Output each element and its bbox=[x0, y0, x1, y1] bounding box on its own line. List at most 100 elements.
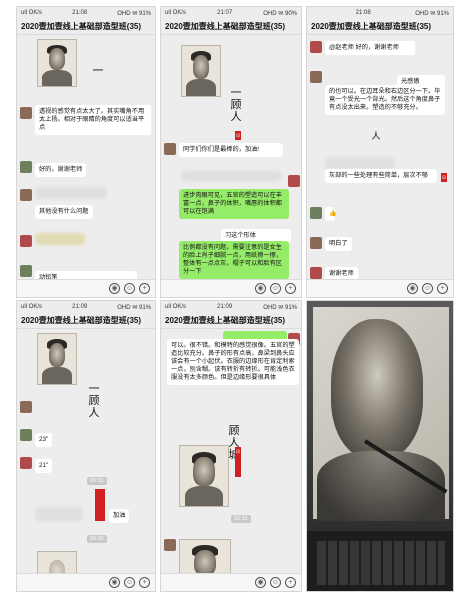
status-time: 21:09 bbox=[217, 304, 233, 310]
seal-mark: 印 bbox=[441, 173, 447, 182]
add-icon[interactable]: + bbox=[139, 283, 150, 294]
add-icon[interactable]: + bbox=[285, 283, 296, 294]
avatar[interactable] bbox=[310, 41, 322, 53]
chat-input-bar[interactable]: ◉ ☺ + bbox=[17, 573, 155, 591]
timestamp: 15:35 bbox=[87, 535, 107, 543]
avatar[interactable] bbox=[310, 71, 322, 83]
message-bubble[interactable]: 同学们你们是最棒的，加油! bbox=[179, 143, 283, 157]
add-icon[interactable]: + bbox=[437, 283, 448, 294]
avatar[interactable] bbox=[164, 143, 176, 155]
avatar[interactable] bbox=[288, 175, 300, 187]
status-bar: ull OK/s 21:07 OHD ✉ 90% bbox=[161, 7, 301, 19]
timestamp: 15:31 bbox=[87, 477, 107, 485]
voice-icon[interactable]: ◉ bbox=[255, 283, 266, 294]
seal-mark bbox=[95, 489, 105, 521]
signal-text: ull OK/s bbox=[21, 10, 43, 16]
portrait-body bbox=[317, 451, 445, 521]
blurred-bubble bbox=[35, 187, 107, 199]
chat-area[interactable]: @赵老师 好的，谢谢老师 光感傲 的也可以。在边耳朵和右边区分一下。毕竟一个受光… bbox=[307, 35, 453, 297]
chat-area[interactable]: 可以。很不错。和模特的感觉很像。五官的塑造比较充分。鼻子的形有点高，鼻梁到鼻头应… bbox=[161, 329, 301, 591]
avatar[interactable] bbox=[20, 457, 32, 469]
avatar[interactable] bbox=[310, 267, 322, 279]
voice-icon[interactable]: ◉ bbox=[109, 283, 120, 294]
timestamp: 15:31 bbox=[231, 515, 251, 523]
voice-icon[interactable]: ◉ bbox=[255, 577, 266, 588]
message-bubble[interactable]: 灰部的一些处理有些简单，层次不够 bbox=[325, 169, 437, 183]
keyboard bbox=[317, 541, 445, 585]
avatar[interactable] bbox=[310, 207, 322, 219]
emoji-icon[interactable]: ☺ bbox=[422, 283, 433, 294]
signal-text: ull OK/s bbox=[165, 10, 187, 16]
chat-title: 2020壹加壹线上基础部造型班(35) bbox=[307, 19, 453, 35]
status-bar: ull OK/s 21:09 OHD ✉ 91% bbox=[161, 301, 301, 313]
message-bubble[interactable]: 可以。很不错。和模特的感觉很像。五官的塑造比较充分。鼻子的形有点高，鼻梁到鼻头应… bbox=[167, 339, 299, 385]
avatar[interactable] bbox=[20, 161, 32, 173]
emoji-icon[interactable]: ☺ bbox=[124, 283, 135, 294]
chat-input-bar[interactable]: ◉ ☺ + bbox=[161, 573, 301, 591]
message-bubble-self[interactable]: 进步肉眼可见，五官的塑造可以在丰富一点，鼻子的体积，嘴唇的体积都可以在饱满 bbox=[179, 189, 289, 219]
chat-title: 2020壹加壹线上基础部造型班(35) bbox=[161, 19, 301, 35]
screenshot-collage: ull OK/s 21:08 OHD ✉ 91% 2020壹加壹线上基础部造型班… bbox=[0, 0, 458, 597]
chat-input-bar[interactable]: ◉ ☺ + bbox=[307, 279, 453, 297]
voice-message[interactable]: 23" bbox=[35, 433, 53, 447]
add-icon[interactable]: + bbox=[285, 577, 296, 588]
drawing-photo[interactable] bbox=[307, 301, 453, 591]
blurred-bubble bbox=[35, 233, 85, 245]
message-bubble[interactable]: @赵老师 好的，谢谢老师 bbox=[325, 41, 415, 55]
message-bubble[interactable]: 加油 bbox=[109, 509, 130, 523]
chat-panel-2: ull OK/s 21:07 OHD ✉ 90% 2020壹加壹线上基础部造型班… bbox=[160, 6, 302, 298]
voice-icon[interactable]: ◉ bbox=[109, 577, 120, 588]
avatar[interactable] bbox=[20, 401, 32, 413]
vertical-watermark-text: 一 bbox=[92, 64, 104, 77]
seal-mark: 印 bbox=[235, 447, 241, 477]
portrait-face bbox=[331, 319, 423, 459]
thumbs-up-icon[interactable]: 👍 bbox=[325, 207, 337, 221]
chat-panel-3: 21:08 OHD ✉ 91% 2020壹加壹线上基础部造型班(35) @赵老师… bbox=[306, 6, 454, 298]
vertical-watermark-text: 人 bbox=[371, 132, 381, 142]
chat-title: 2020壹加壹线上基础部造型班(35) bbox=[17, 19, 155, 35]
sketch-image[interactable] bbox=[37, 333, 77, 385]
blurred-bubble bbox=[325, 157, 395, 169]
message-bubble[interactable]: 其他没有什么问题 bbox=[35, 205, 93, 219]
message-bubble-self[interactable]: 比例都没有问题，需要注意的是女生的脸上肖子细腻一点，用纸擦一擦，整体有一点点灰，… bbox=[179, 241, 289, 279]
chat-panel-4: ull OK/s 21:09 OHD ✉ 91% 2020壹加壹线上基础部造型班… bbox=[16, 300, 156, 592]
chat-area[interactable]: 一 透视的感觉有点太大了。其实嘴角不用太上扬。相对于眼睛的角度可以适当平点 好的… bbox=[17, 35, 155, 285]
chat-title: 2020壹加壹线上基础部造型班(35) bbox=[17, 313, 155, 329]
chat-title: 2020壹加壹线上基础部造型班(35) bbox=[161, 313, 301, 329]
vertical-watermark-text: 一顾人 bbox=[230, 86, 242, 123]
avatar[interactable] bbox=[20, 107, 32, 119]
avatar[interactable] bbox=[20, 235, 32, 247]
sketch-image[interactable] bbox=[181, 45, 221, 97]
photo-panel bbox=[306, 300, 454, 592]
avatar[interactable] bbox=[20, 265, 32, 277]
seal-mark: 印 bbox=[235, 131, 241, 140]
sketch-image[interactable] bbox=[37, 39, 77, 87]
status-bar: ull OK/s 21:09 OHD ✉ 91% bbox=[17, 301, 155, 313]
status-time: 21:09 bbox=[72, 304, 88, 310]
add-icon[interactable]: + bbox=[139, 577, 150, 588]
chat-area[interactable]: 一顾人 印 同学们你们是最棒的，加油! 进步肉眼可见，五官的塑造可以在丰富一点，… bbox=[161, 35, 301, 279]
message-bubble[interactable]: 好的，谢谢老师 bbox=[35, 163, 87, 177]
voice-message[interactable]: 21" bbox=[35, 459, 53, 473]
chat-area[interactable]: 一顾人 23" 21" 15:31 加油 15:35 bbox=[17, 329, 155, 591]
status-time: 21:07 bbox=[217, 10, 233, 16]
avatar[interactable] bbox=[20, 189, 32, 201]
avatar[interactable] bbox=[310, 237, 322, 249]
emoji-icon[interactable]: ☺ bbox=[270, 577, 281, 588]
emoji-icon[interactable]: ☺ bbox=[270, 283, 281, 294]
battery-text: OHD ✉ 91% bbox=[117, 10, 151, 17]
message-bubble[interactable]: 透视的感觉有点太大了。其实嘴角不用太上扬。相对于眼睛的角度可以适当平点 bbox=[35, 105, 151, 135]
battery-text: OHD ✉ 90% bbox=[263, 10, 297, 17]
chat-input-bar[interactable]: ◉ ☺ + bbox=[17, 279, 155, 297]
signal-text: ull OK/s bbox=[21, 304, 43, 310]
emoji-icon[interactable]: ☺ bbox=[124, 577, 135, 588]
vertical-watermark-text: 一顾人 bbox=[88, 382, 100, 419]
avatar[interactable] bbox=[164, 539, 176, 551]
status-time: 21:08 bbox=[72, 10, 88, 16]
chat-input-bar[interactable]: ◉ ☺ + bbox=[161, 279, 301, 297]
sketch-image[interactable] bbox=[179, 445, 229, 507]
avatar[interactable] bbox=[20, 429, 32, 441]
voice-icon[interactable]: ◉ bbox=[407, 283, 418, 294]
message-bubble[interactable]: 的也可以。在边耳朵和右边区分一下。毕竟一个受光一个背光。然后这个角度鼻子有点没太… bbox=[325, 85, 445, 115]
message-bubble[interactable]: 明白了 bbox=[325, 237, 352, 251]
